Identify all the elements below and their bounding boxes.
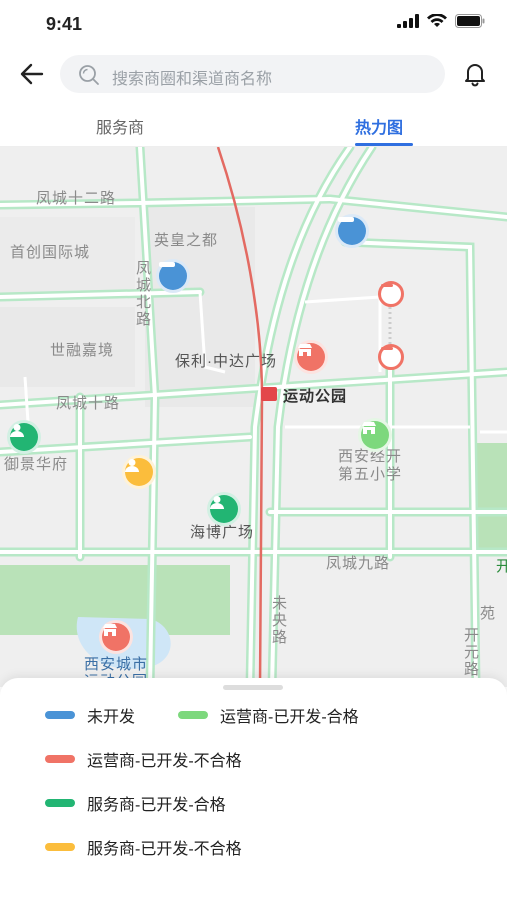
legend-item-operator-qualified: 运营商-已开发-合格 — [178, 703, 359, 727]
legend-label: 服务商-已开发-合格 — [87, 797, 226, 814]
legend-swatch — [45, 799, 75, 807]
legend-item-provider-qualified: 服务商-已开发-合格 — [45, 791, 226, 815]
cellular-signal-icon — [397, 14, 419, 28]
legend-label: 服务商-已开发-不合格 — [87, 841, 242, 858]
back-arrow-icon[interactable] — [18, 60, 46, 88]
map-label-poi: 御景华府 — [4, 456, 69, 473]
legend-label: 未开发 — [87, 709, 136, 726]
marker-stop[interactable] — [378, 281, 404, 307]
search-bar[interactable]: 搜索商圈和渠道商名称 — [60, 55, 445, 93]
header: 搜索商圈和渠道商名称 — [0, 50, 507, 98]
marker-operator-qualified[interactable] — [358, 418, 392, 452]
map-label-road: 凤城十路 — [56, 395, 121, 412]
marker-stop[interactable] — [378, 344, 404, 370]
map-label-poi: 世融嘉境 — [50, 342, 115, 359]
map-label-poi: 首创国际城 — [10, 244, 91, 261]
store-icon — [298, 344, 312, 356]
marker-undeveloped[interactable] — [156, 259, 190, 293]
store-icon — [103, 624, 117, 636]
tab-service-provider[interactable]: 服务商 — [96, 114, 144, 138]
tab-heatmap[interactable]: 热力图 — [355, 114, 403, 138]
status-bar: 9:41 — [0, 0, 507, 50]
minus-icon — [159, 262, 175, 267]
marker-provider-qualified[interactable] — [207, 492, 241, 526]
map-label-road: 凤城十二路 — [36, 190, 117, 207]
search-icon — [79, 65, 99, 85]
legend-swatch — [45, 711, 75, 719]
person-icon — [10, 424, 24, 437]
legend-label: 运营商-已开发-合格 — [220, 709, 359, 726]
legend-sheet[interactable]: 未开发 运营商-已开发-合格 运营商-已开发-不合格 服务商-已开发-合格 服务… — [0, 678, 507, 900]
map-label-poi: 开 — [496, 558, 507, 575]
person-icon — [210, 496, 224, 509]
metro-station-icon — [261, 387, 277, 401]
tab-bar: 服务商 热力图 — [0, 98, 507, 147]
map-view[interactable]: 凤城十二路 英皇之都 首创国际城 凤城北路 世融嘉境 保利·中达广场 凤城十路 … — [0, 147, 507, 687]
legend-label: 运营商-已开发-不合格 — [87, 753, 242, 770]
minus-icon — [381, 347, 393, 350]
search-input[interactable]: 搜索商圈和渠道商名称 — [112, 65, 272, 89]
legend-item-operator-unqualified: 运营商-已开发-不合格 — [45, 747, 242, 771]
map-label-poi: 第五小学 — [338, 466, 403, 483]
store-icon — [362, 422, 376, 434]
marker-operator-unqualified[interactable] — [99, 620, 133, 654]
minus-icon — [338, 217, 354, 222]
marker-undeveloped[interactable] — [335, 214, 369, 248]
legend-swatch — [45, 843, 75, 851]
wifi-icon — [427, 14, 447, 27]
map-label-poi: 保利·中达广场 — [175, 353, 277, 370]
drag-handle[interactable] — [223, 685, 283, 690]
map-label-road: 凤城九路 — [326, 555, 391, 572]
marker-provider-qualified[interactable] — [7, 420, 41, 454]
map-label-road: 未央路 — [270, 595, 287, 646]
map-roads — [0, 147, 507, 687]
map-label-poi: 苑 — [480, 605, 497, 622]
battery-icon — [455, 14, 485, 28]
active-tab-indicator — [355, 143, 413, 146]
map-label-metro: 运动公园 — [283, 388, 348, 405]
map-label-poi: 英皇之都 — [154, 232, 219, 249]
legend-item-provider-unqualified: 服务商-已开发-不合格 — [45, 835, 242, 859]
legend-item-undeveloped: 未开发 — [45, 703, 135, 727]
marker-operator-unqualified[interactable] — [294, 340, 328, 374]
map-label-road: 凤城北路 — [134, 260, 151, 328]
minus-icon — [381, 284, 393, 287]
status-time: 9:41 — [46, 14, 83, 34]
bell-icon[interactable] — [461, 60, 489, 88]
person-icon — [125, 459, 139, 472]
legend-swatch — [178, 711, 208, 719]
legend-swatch — [45, 755, 75, 763]
status-icons — [397, 14, 485, 28]
map-label-road: 开元路 — [462, 627, 479, 678]
marker-provider-unqualified[interactable] — [122, 455, 156, 489]
